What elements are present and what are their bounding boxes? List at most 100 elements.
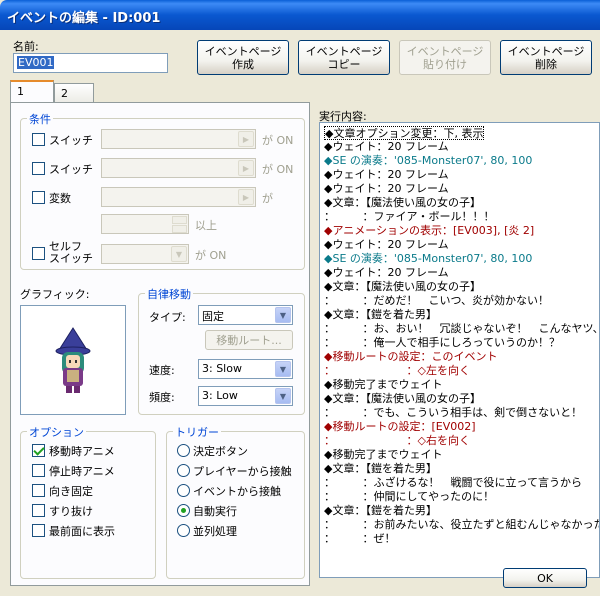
- self-switch-select[interactable]: ▼: [101, 244, 189, 264]
- command-line[interactable]: ◆SE の演奏：'085-Monster07', 80, 100: [324, 252, 532, 266]
- command-line[interactable]: ： ：でも、こういう相手は、剣で倒さないと！: [324, 406, 582, 420]
- command-line[interactable]: ： ：◇左を向く: [324, 364, 470, 378]
- chevron-down-icon: ▼: [275, 388, 291, 404]
- paste-page-button[interactable]: イベントページ 貼り付け: [399, 40, 491, 75]
- frequency-value: 3: Low: [202, 389, 238, 402]
- tab-page-2[interactable]: 2: [54, 83, 94, 103]
- command-line[interactable]: ◆ウェイト：20 フレーム: [324, 182, 449, 196]
- command-line[interactable]: ： ：お前みたいな、役立たずと組むんじゃなかった: [324, 518, 599, 532]
- trigger-radio[interactable]: [177, 524, 190, 537]
- dialog-body: 名前: EV001 イベントページ 作成 イベントページ コピー イベントページ…: [0, 30, 600, 596]
- ok-button[interactable]: OK: [503, 568, 587, 588]
- event-commands-list[interactable]: ◆文章オプション変更：下, 表示 ◆ウェイト：20 フレーム ◆SE の演奏：'08…: [319, 122, 600, 578]
- self-switch-ga-on: が ON: [195, 249, 227, 262]
- command-line[interactable]: ◆ウェイト：20 フレーム: [324, 168, 449, 182]
- chevron-right-icon: ▶: [238, 131, 254, 147]
- chevron-right-icon: ▶: [238, 160, 254, 176]
- command-line[interactable]: ◆移動完了までウェイト: [324, 378, 442, 392]
- option-label: 移動時アニメ: [49, 445, 115, 458]
- command-line[interactable]: ◆ウェイト：20 フレーム: [324, 238, 449, 252]
- trigger-radio[interactable]: [177, 444, 190, 457]
- command-line[interactable]: ◆ウェイト：20 フレーム: [324, 140, 449, 154]
- command-line[interactable]: ◆移動ルートの設定：このイベント: [324, 350, 497, 364]
- chevron-down-icon: ▼: [275, 307, 291, 323]
- option-label: 向き固定: [49, 485, 93, 498]
- type-select[interactable]: 固定 ▼: [198, 305, 293, 325]
- switch2-select[interactable]: ▶: [101, 158, 256, 178]
- graphic-preview[interactable]: [20, 305, 126, 415]
- command-line[interactable]: ： ：ファイア・ボール！！！: [324, 210, 495, 224]
- trigger-radio[interactable]: [177, 464, 190, 477]
- command-line[interactable]: ： ：だめだ！ こいつ、炎が効かない！: [324, 294, 549, 308]
- command-line[interactable]: ： ：仲間にしてやったのに！: [324, 490, 494, 504]
- create-page-button[interactable]: イベントページ 作成: [197, 40, 289, 75]
- switch2-ga-on: が ON: [262, 163, 294, 176]
- name-input[interactable]: EV001: [13, 53, 168, 73]
- trigger-label: 並列処理: [193, 525, 237, 538]
- variable-select[interactable]: ▶: [101, 187, 256, 207]
- tab-label: 2: [61, 87, 68, 100]
- command-line[interactable]: ◆文章：【魔法使い風の女の子】: [324, 280, 481, 294]
- trigger-label: 決定ボタン: [193, 445, 248, 458]
- switch1-label: スイッチ: [49, 134, 93, 147]
- command-line[interactable]: ： ：ぜ！: [324, 532, 396, 546]
- type-label: タイプ:: [149, 311, 186, 324]
- option-label: すり抜け: [49, 505, 93, 518]
- switch1-checkbox[interactable]: [32, 133, 45, 146]
- tab-label: 1: [17, 85, 24, 98]
- spin-up-icon: [172, 216, 187, 224]
- command-line[interactable]: ： ：俺一人で相手にしろっていうのか！？: [324, 336, 560, 350]
- command-line[interactable]: ◆SE の演奏：'085-Monster07', 80, 100: [324, 154, 532, 168]
- copy-page-button[interactable]: イベントページ コピー: [298, 40, 390, 75]
- graphic-label: グラフィック:: [20, 288, 90, 301]
- variable-ijou: 以上: [195, 219, 217, 232]
- self-switch-checkbox[interactable]: [32, 247, 45, 260]
- command-line[interactable]: ◆ウェイト：20 フレーム: [324, 266, 449, 280]
- command-line[interactable]: ◆文章：【鎧を着た男】: [324, 504, 437, 518]
- command-line[interactable]: ： ：お、おい！ 冗談じゃないぞ！ こんなヤツ、: [324, 322, 599, 336]
- self-switch-label: セルフ スイッチ: [49, 240, 93, 265]
- variable-value-spinner[interactable]: [101, 214, 189, 234]
- command-line[interactable]: ◆文章：【魔法使い風の女の子】: [324, 196, 481, 210]
- speed-label: 速度:: [149, 364, 175, 377]
- name-value: EV001: [17, 56, 55, 69]
- variable-checkbox[interactable]: [32, 191, 45, 204]
- option-checkbox[interactable]: [32, 444, 45, 457]
- autonomous-title: 自律移動: [145, 286, 193, 302]
- trigger-radio[interactable]: [177, 504, 190, 517]
- speed-value: 3: Slow: [202, 362, 242, 375]
- command-line[interactable]: ◆移動ルートの設定：[EV002]: [324, 420, 476, 434]
- conditions-title: 条件: [27, 111, 53, 127]
- command-line[interactable]: ： ：◇右を向く: [324, 434, 470, 448]
- tab-page-1[interactable]: 1: [10, 80, 54, 103]
- move-route-button[interactable]: 移動ルート...: [205, 330, 293, 350]
- command-line[interactable]: ◆アニメーションの表示：[EV003], [炎 2]: [324, 224, 534, 238]
- option-checkbox[interactable]: [32, 504, 45, 517]
- delete-page-button[interactable]: イベントページ 削除: [500, 40, 592, 75]
- spin-down-icon: [172, 225, 187, 233]
- option-checkbox[interactable]: [32, 524, 45, 537]
- option-checkbox[interactable]: [32, 464, 45, 477]
- trigger-radio[interactable]: [177, 484, 190, 497]
- frequency-select[interactable]: 3: Low ▼: [198, 386, 293, 406]
- command-line[interactable]: ◆文章オプション変更：下, 表示: [324, 126, 485, 140]
- frequency-label: 頻度:: [149, 391, 175, 404]
- command-line[interactable]: ◆文章：【鎧を着た男】: [324, 308, 437, 322]
- command-line[interactable]: ◆移動完了までウェイト: [324, 448, 442, 462]
- trigger-title: トリガー: [173, 424, 221, 440]
- variable-ga: が: [262, 192, 273, 205]
- witch-sprite-icon: [55, 327, 91, 393]
- window-title: イベントの編集 - ID:001: [0, 0, 600, 30]
- switch2-label: スイッチ: [49, 163, 93, 176]
- option-label: 停止時アニメ: [49, 465, 115, 478]
- variable-label: 変数: [49, 192, 71, 205]
- command-line[interactable]: ◆文章：【鎧を着た男】: [324, 462, 437, 476]
- trigger-label: プレイヤーから接触: [193, 465, 292, 478]
- option-checkbox[interactable]: [32, 484, 45, 497]
- trigger-label: 自動実行: [193, 505, 237, 518]
- switch2-checkbox[interactable]: [32, 162, 45, 175]
- command-line[interactable]: ： ：ふざけるな！ 戦闘で役に立って言うから: [324, 476, 582, 490]
- switch1-select[interactable]: ▶: [101, 129, 256, 149]
- command-line[interactable]: ◆文章：【魔法使い風の女の子】: [324, 392, 481, 406]
- speed-select[interactable]: 3: Slow ▼: [198, 359, 293, 379]
